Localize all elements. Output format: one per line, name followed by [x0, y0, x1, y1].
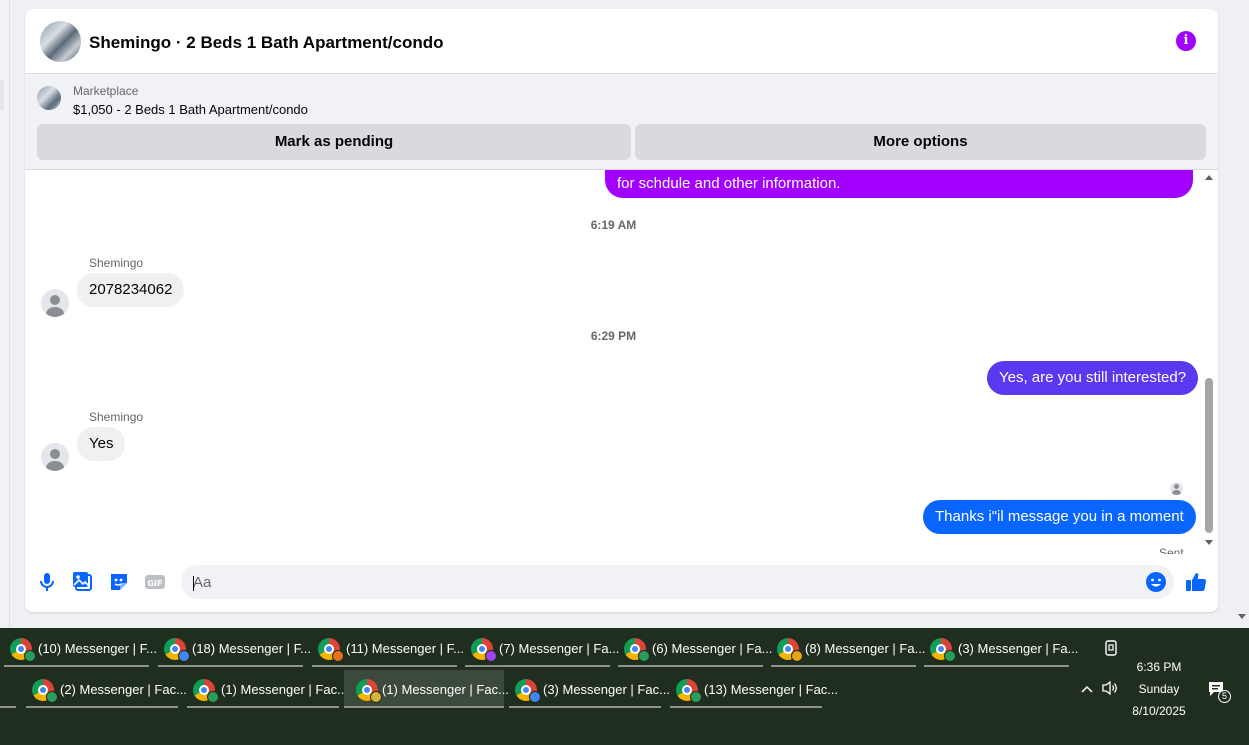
taskbar-window-label: (3) Messenger | Fa...	[958, 641, 1079, 656]
incoming-message[interactable]: 2078234062	[77, 273, 185, 307]
sender-avatar[interactable]	[41, 443, 69, 471]
sender-name: Shemingo	[89, 256, 144, 270]
taskbar-window-label: (8) Messenger | Fa...	[805, 641, 926, 656]
chat-header: Shemingo · 2 Beds 1 Bath Apartment/condo…	[25, 9, 1218, 74]
device-icon[interactable]	[1104, 639, 1118, 657]
message-list: for schdule and other information. 6:19 …	[25, 170, 1218, 554]
taskbar-window-label: (6) Messenger | Fa...	[652, 641, 773, 656]
chat-title[interactable]: Shemingo · 2 Beds 1 Bath Apartment/condo	[89, 33, 444, 53]
taskbar-window-label: (2) Messenger | Fac...	[60, 682, 187, 697]
contact-avatar[interactable]	[40, 21, 81, 62]
profile-badge-icon	[944, 650, 956, 662]
taskbar-underline	[26, 706, 178, 708]
taskbar-underline	[509, 706, 661, 708]
taskbar-window-active[interactable]: (1) Messenger | Fac...	[344, 670, 509, 708]
taskbar-overflow-edge[interactable]	[0, 686, 16, 710]
photo-icon[interactable]	[71, 570, 95, 594]
taskbar-underline	[187, 706, 339, 708]
outgoing-message[interactable]: Yes, are you still interested?	[987, 361, 1199, 395]
marketplace-banner: Marketplace $1,050 - 2 Beds 1 Bath Apart…	[25, 74, 1218, 170]
scrollbar-thumb[interactable]	[1205, 378, 1213, 533]
taskbar-window[interactable]: (8) Messenger | Fa...	[771, 629, 925, 667]
profile-badge-icon	[24, 650, 36, 662]
sticker-icon[interactable]	[107, 570, 131, 594]
message-timestamp: 6:19 AM	[590, 218, 637, 232]
profile-badge-icon	[485, 650, 497, 662]
emoji-icon[interactable]	[1144, 570, 1168, 594]
taskbar-underline	[344, 706, 504, 708]
taskbar-underline	[465, 665, 610, 667]
taskbar-window[interactable]: (3) Messenger | Fa...	[924, 629, 1078, 667]
taskbar-window[interactable]: (11) Messenger | F...	[312, 629, 464, 667]
profile-badge-icon	[207, 691, 219, 703]
sent-status: Sent	[1159, 546, 1184, 554]
message-scrollbar[interactable]	[1201, 170, 1217, 554]
taskbar-window[interactable]: (3) Messenger | Fac...	[509, 670, 670, 708]
taskbar-window-label: (18) Messenger | F...	[192, 641, 311, 656]
taskbar-window-label: (11) Messenger | F...	[346, 641, 465, 656]
taskbar-underline	[158, 665, 303, 667]
taskbar-window[interactable]: (18) Messenger | F...	[158, 629, 311, 667]
taskbar-window-label: (7) Messenger | Fa...	[499, 641, 620, 656]
marketplace-label: Marketplace	[73, 84, 139, 98]
more-options-button[interactable]: More options	[635, 124, 1206, 160]
taskbar-window-label: (13) Messenger | Fac...	[704, 682, 839, 697]
taskbar-window[interactable]: (7) Messenger | Fa...	[465, 629, 619, 667]
left-gutter	[0, 0, 10, 628]
mark-as-pending-button[interactable]: Mark as pending	[37, 124, 631, 160]
message-composer: GIF	[25, 559, 1218, 607]
clock-day[interactable]: Sunday	[1125, 682, 1193, 696]
profile-badge-icon	[178, 650, 190, 662]
taskbar-window[interactable]: (2) Messenger | Fac...	[26, 670, 187, 708]
message-input[interactable]	[181, 565, 1174, 599]
taskbar-underline	[670, 706, 822, 708]
scroll-up-arrow[interactable]	[1205, 175, 1213, 180]
profile-badge-icon	[46, 691, 58, 703]
text-caret	[193, 576, 194, 591]
profile-badge-icon	[529, 691, 541, 703]
taskbar-window[interactable]: (6) Messenger | Fa...	[618, 629, 772, 667]
taskbar-window-label: (3) Messenger | Fac...	[543, 682, 670, 697]
sender-avatar[interactable]	[41, 289, 69, 317]
clock-time[interactable]: 6:36 PM	[1125, 660, 1193, 674]
taskbar-window-label: (10) Messenger | F...	[38, 641, 157, 656]
message-timestamp: 6:29 PM	[590, 329, 637, 343]
taskbar-window[interactable]: (13) Messenger | Fac...	[670, 670, 838, 708]
taskbar-window[interactable]: (1) Messenger | Fac...	[187, 670, 348, 708]
taskbar-underline	[924, 665, 1069, 667]
thumbs-up-icon[interactable]	[1184, 570, 1208, 594]
profile-badge-icon	[791, 650, 803, 662]
gif-icon[interactable]: GIF	[143, 570, 167, 594]
chevron-up-icon[interactable]	[1080, 682, 1094, 696]
clock-date[interactable]: 8/10/2025	[1125, 704, 1193, 718]
incoming-message[interactable]: Yes	[77, 427, 126, 461]
outgoing-message[interactable]: for schdule and other information.	[605, 170, 1193, 198]
info-icon[interactable]: i	[1176, 31, 1196, 51]
microphone-icon[interactable]	[35, 570, 59, 594]
chat-window: Shemingo · 2 Beds 1 Bath Apartment/condo…	[25, 9, 1218, 612]
taskbar-underline	[618, 665, 763, 667]
taskbar-underline	[771, 665, 916, 667]
profile-badge-icon	[370, 691, 382, 703]
notification-count-badge: 5	[1218, 690, 1231, 703]
taskbar-window[interactable]: (10) Messenger | F...	[4, 629, 157, 667]
scroll-down-arrow[interactable]	[1205, 540, 1213, 545]
gutter-indicator	[0, 80, 4, 110]
volume-icon[interactable]	[1101, 680, 1119, 696]
listing-title[interactable]: $1,050 - 2 Beds 1 Bath Apartment/condo	[73, 102, 308, 117]
seen-indicator-avatar	[1170, 482, 1183, 495]
outgoing-message[interactable]: Thanks i"il message you in a moment	[923, 500, 1196, 534]
profile-badge-icon	[638, 650, 650, 662]
svg-text:GIF: GIF	[147, 579, 162, 588]
profile-badge-icon	[332, 650, 344, 662]
taskbar-window-label: (1) Messenger | Fac...	[221, 682, 348, 697]
taskbar-window-label: (1) Messenger | Fac...	[382, 682, 509, 697]
listing-thumbnail[interactable]	[37, 86, 61, 110]
profile-badge-icon	[690, 691, 702, 703]
sender-name: Shemingo	[89, 410, 144, 424]
page-scroll-down-arrow[interactable]	[1238, 614, 1246, 619]
taskbar-underline	[312, 665, 457, 667]
taskbar-underline	[4, 665, 149, 667]
